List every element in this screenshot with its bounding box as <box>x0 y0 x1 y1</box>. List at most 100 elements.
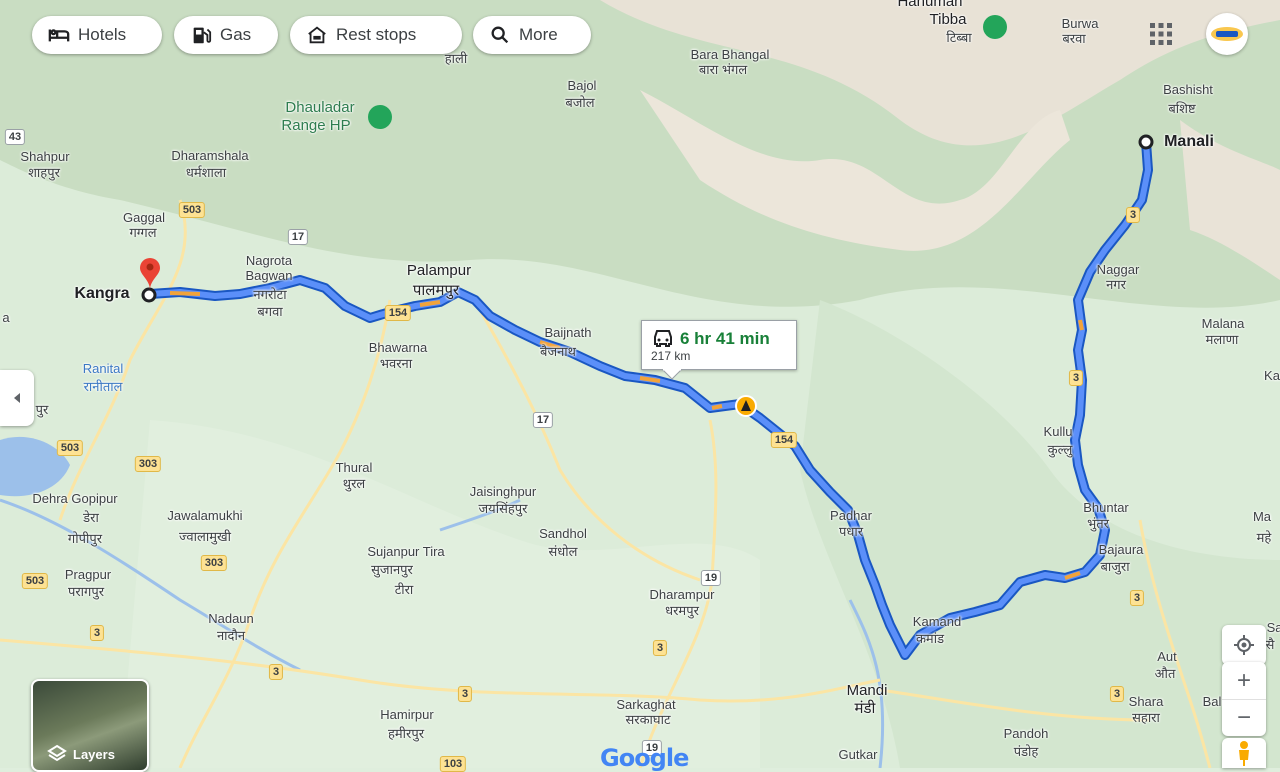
account-logo-icon <box>1211 27 1243 41</box>
place-label: Aut <box>1157 649 1177 664</box>
place-label: जयसिंहपुर <box>478 501 528 516</box>
place-label: नगरोटा <box>253 287 287 302</box>
place-label: बरवा <box>1062 31 1086 46</box>
apps-grid-icon[interactable] <box>1149 22 1173 46</box>
place-label: Dharamshala <box>171 148 249 163</box>
place-label: महे <box>1256 530 1272 545</box>
layers-button[interactable]: Layers <box>31 679 149 772</box>
place-label: Burwa <box>1061 16 1099 31</box>
road-shield: 17 <box>287 229 309 245</box>
origin-label: Kangra <box>74 285 130 302</box>
place-label: बाजुरा <box>1100 559 1130 574</box>
place-label: टीरा <box>394 582 414 597</box>
callout-pointer <box>662 369 682 380</box>
place-label: ज्वालामुखी <box>179 529 231 544</box>
my-location-button[interactable] <box>1222 625 1266 665</box>
place-label: Nadaun <box>208 611 254 626</box>
map-canvas[interactable] <box>0 0 1280 768</box>
rest-stops-chip[interactable]: Rest stops <box>290 16 462 54</box>
place-label: Bara Bhangal <box>690 47 770 62</box>
zoom-out-button[interactable]: − <box>1222 700 1266 736</box>
place-label: Pandoh <box>1003 726 1049 741</box>
place-label: रानीताल <box>83 379 123 394</box>
road-shield: 19 <box>700 570 722 586</box>
place-label: संधोल <box>548 544 578 559</box>
place-label: Dhauladar <box>285 99 355 116</box>
road-shield: 154 <box>384 305 412 321</box>
place-label: सहारा <box>1132 710 1160 725</box>
place-label: Bhuntar <box>1083 500 1129 515</box>
gas-chip[interactable]: Gas <box>174 16 278 54</box>
place-label: बारा भंगल <box>698 62 748 77</box>
place-label: Gutkar <box>838 747 878 762</box>
road-shield: 3 <box>268 664 284 680</box>
origin-dot <box>141 287 157 303</box>
place-label: Padhar <box>830 508 872 523</box>
place-label: सरकाघाट <box>625 712 671 727</box>
place-label: बगवा <box>257 304 283 319</box>
place-label: पंडोह <box>1013 744 1039 759</box>
place-label: बैजनाथ <box>540 344 576 359</box>
place-label: पालमपुर <box>412 282 460 299</box>
account-avatar[interactable] <box>1206 13 1248 55</box>
park-icon <box>368 105 392 129</box>
place-label: Pragpur <box>64 567 112 582</box>
place-label: मंडी <box>854 700 876 717</box>
more-label: More <box>519 25 558 44</box>
place-label: टिब्बा <box>946 30 972 45</box>
route-distance: 217 km <box>651 349 691 363</box>
place-label: Sai <box>1266 620 1280 635</box>
road-shield: 503 <box>21 573 49 589</box>
street-view-button[interactable] <box>1222 738 1266 768</box>
road-shield: 3 <box>1068 370 1084 386</box>
pegman-icon <box>1239 741 1249 766</box>
place-label: Baijnath <box>544 325 592 340</box>
place-label: थुरल <box>342 476 366 491</box>
place-label: बजोल <box>565 95 595 110</box>
place-label: Ma <box>1252 509 1272 524</box>
place-label: Kamand <box>912 614 962 629</box>
place-label: सै <box>1265 637 1275 652</box>
place-label: गोपीपुर <box>67 531 103 546</box>
rest-stops-label: Rest stops <box>336 25 417 44</box>
more-chip[interactable]: More <box>473 16 591 54</box>
road-shield: 503 <box>56 440 84 456</box>
route-duration-callout[interactable]: 6 hr 41 min 217 km <box>641 320 797 380</box>
road-work-icon <box>735 395 757 417</box>
hotels-chip[interactable]: Hotels <box>32 16 162 54</box>
road-shield: 154 <box>770 432 798 448</box>
zoom-controls: + − <box>1222 662 1266 736</box>
gas-pump-icon <box>193 27 212 44</box>
place-label: Thural <box>335 460 373 475</box>
place-label: गग्गल <box>129 225 157 240</box>
place-label: कुल्लु <box>1047 442 1073 457</box>
place-label: Bhawarna <box>368 340 428 355</box>
place-label: Ranital <box>82 361 124 376</box>
road-shield: 503 <box>178 202 206 218</box>
zoom-in-button[interactable]: + <box>1222 663 1266 700</box>
place-label: Mandi <box>846 682 888 699</box>
chevron-left-icon <box>14 393 20 403</box>
road-shield: 303 <box>200 555 228 571</box>
place-label: Hanuman <box>897 0 963 10</box>
road-shield: 3 <box>89 625 105 641</box>
place-label: Shahpur <box>20 149 70 164</box>
layers-label: Layers <box>73 747 115 762</box>
search-icon <box>491 26 509 44</box>
place-label: धर्मशाला <box>185 165 227 180</box>
place-label: Sarkaghat <box>616 697 676 712</box>
place-label: हमीरपुर <box>387 726 425 741</box>
hotels-label: Hotels <box>78 25 127 44</box>
place-label: कमांड <box>915 631 945 646</box>
place-label: Jaisinghpur <box>469 484 537 499</box>
place-label: Dharampur <box>649 587 715 602</box>
place-label: Bashisht <box>1163 82 1213 97</box>
place-label: नगर <box>1106 277 1126 292</box>
collapse-panel-button[interactable] <box>0 370 34 426</box>
place-label: नादौन <box>216 628 246 643</box>
place-label: Bajaura <box>1098 542 1144 557</box>
road-shield: 3 <box>1125 207 1141 223</box>
road-shield: 3 <box>652 640 668 656</box>
destination-dot <box>1138 134 1154 150</box>
place-label: Dehra Gopipur <box>32 491 118 506</box>
